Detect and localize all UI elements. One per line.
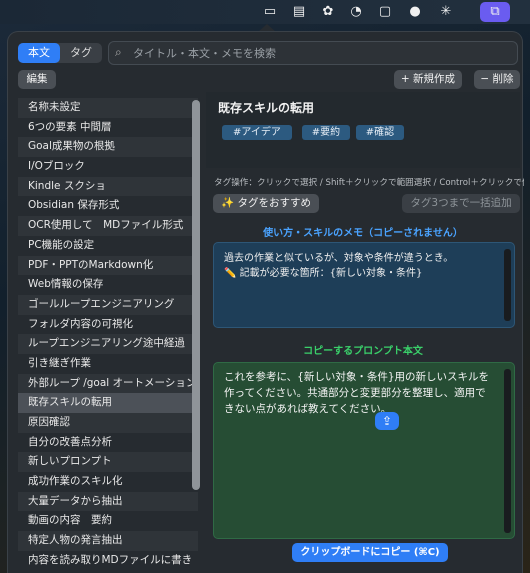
window-icon[interactable]: ⧉ — [487, 4, 503, 20]
snippet-title[interactable]: 既存スキルの転用 — [218, 99, 314, 116]
tag-chip[interactable]: #アイデア — [222, 125, 292, 140]
openai-icon[interactable]: ✿ — [320, 4, 336, 20]
list-scrollbar[interactable] — [192, 100, 200, 490]
message-icon[interactable]: ▢ — [377, 4, 393, 20]
snippet-list: 名称未設定 6つの要素 中間層 Goal成果物の根拠 I/Oブロック Kindle スク… — [18, 98, 198, 573]
list-item[interactable]: 成功作業のスキル化 — [18, 472, 198, 492]
list-item[interactable]: ループエンジニアリング途中経過 — [18, 334, 198, 354]
list-item[interactable]: 外部ループ /goal オートメーション — [18, 373, 198, 394]
list-item[interactable]: Obsidian 保存形式 — [18, 196, 198, 216]
chat-bubble-icon[interactable]: ◔ — [348, 4, 364, 20]
list-item[interactable]: 既存スキルの転用 — [18, 393, 198, 413]
recommend-tags-button[interactable]: ✨ タグをおすすめ — [213, 194, 319, 213]
tab-tag[interactable]: タグ — [60, 43, 102, 63]
copy-to-clipboard-button[interactable]: クリップボードにコピー (⌘C) — [292, 543, 448, 562]
prompt-scrollbar[interactable] — [504, 369, 511, 533]
list-item[interactable]: 動画の内容 要約 — [18, 511, 198, 531]
list-item[interactable]: 内容を読み取りMDファイルに書き — [18, 551, 198, 571]
list-item[interactable]: OCR使用して MDファイル形式 — [18, 216, 198, 236]
popover-arrow — [258, 24, 276, 32]
list-item[interactable]: ゴールループエンジニアリング — [18, 294, 198, 315]
list-item[interactable]: 原因確認 — [18, 413, 198, 433]
list-item[interactable]: 新しいプロンプト — [18, 452, 198, 473]
memo-label: 使い方・スキルのメモ（コピーされません） — [263, 228, 463, 239]
bulk-add-tags-button[interactable]: タグ3つまで一括追加 — [402, 194, 520, 213]
delete-button[interactable]: − 削除 — [474, 70, 520, 89]
tag-chip[interactable]: #要約 — [302, 125, 350, 140]
input-method-icon: ⇪ — [375, 412, 399, 430]
tag-hint: タグ操作：クリックで選択 / Shift＋クリックで範囲選択 / Control… — [214, 178, 524, 188]
prompt-label: コピーするプロンプト本文 — [303, 346, 423, 357]
list-item[interactable]: 自分の改善点分析 — [18, 433, 198, 453]
status-app-icon[interactable]: ● — [407, 4, 423, 20]
new-button[interactable]: + 新規作成 — [394, 70, 462, 89]
list-item[interactable]: PDF・PPTのMarkdown化 — [18, 255, 198, 276]
mode-segmented-control: 本文 タグ — [18, 43, 102, 63]
popover-panel: 本文 タグ ⌕ 編集 + 新規作成 − 削除 名称未設定6つの要素 中間層Goa… — [8, 32, 524, 573]
list-item[interactable]: Goal成果物の根拠 — [18, 137, 198, 158]
menu-bar: ▭ ▤ ✿ ◔ ▢ ● ✳ ⧉ — [0, 0, 530, 24]
search-input[interactable] — [131, 43, 515, 63]
keyboard-icon[interactable]: ▤ — [291, 4, 307, 20]
search-box: ⌕ — [108, 41, 518, 65]
list-item[interactable]: Web情報の保存 — [18, 275, 198, 295]
detail-header: 既存スキルの転用 #アイデア #要約 #確認 — [206, 92, 520, 168]
list-item[interactable]: 引き継ぎ作業 — [18, 354, 198, 374]
edit-button[interactable]: 編集 — [18, 70, 56, 89]
tab-body[interactable]: 本文 — [18, 43, 60, 63]
spark-icon[interactable]: ✳ — [438, 4, 454, 20]
snippet-app-icon[interactable]: ▭ — [262, 4, 278, 20]
memo-textarea[interactable]: 過去の作業と似ているが、対象や条件が違うとき。 ✏️ 記載が必要な箇所：{新しい… — [213, 242, 515, 328]
memo-line: 過去の作業と似ているが、対象や条件が違うとき。 — [224, 253, 454, 264]
list-item[interactable]: 特定人物の発言抽出 — [18, 531, 198, 551]
list-item[interactable]: PC機能の設定 — [18, 236, 198, 256]
list-item[interactable]: 名称未設定 — [18, 98, 198, 118]
list-item[interactable]: フォルダ内容の可視化 — [18, 315, 198, 335]
prompt-textarea[interactable]: これを参考に、{新しい対象・条件}用の新しいスキルを作ってください。共通部分と変… — [213, 362, 515, 539]
search-icon: ⌕ — [115, 45, 122, 59]
list-item[interactable]: Kindle スクショ — [18, 176, 198, 197]
list-item[interactable]: 大量データから抽出 — [18, 491, 198, 512]
list-item[interactable]: I/Oブロック — [18, 157, 198, 177]
list-item[interactable]: 6つの要素 中間層 — [18, 118, 198, 138]
memo-line: ✏️ 記載が必要な箇所：{新しい対象・条件} — [224, 268, 423, 279]
tag-chip[interactable]: #確認 — [356, 125, 404, 140]
prompt-text: これを参考に、{新しい対象・条件}用の新しいスキルを作ってください。共通部分と変… — [224, 371, 490, 415]
memo-scrollbar[interactable] — [504, 249, 511, 321]
